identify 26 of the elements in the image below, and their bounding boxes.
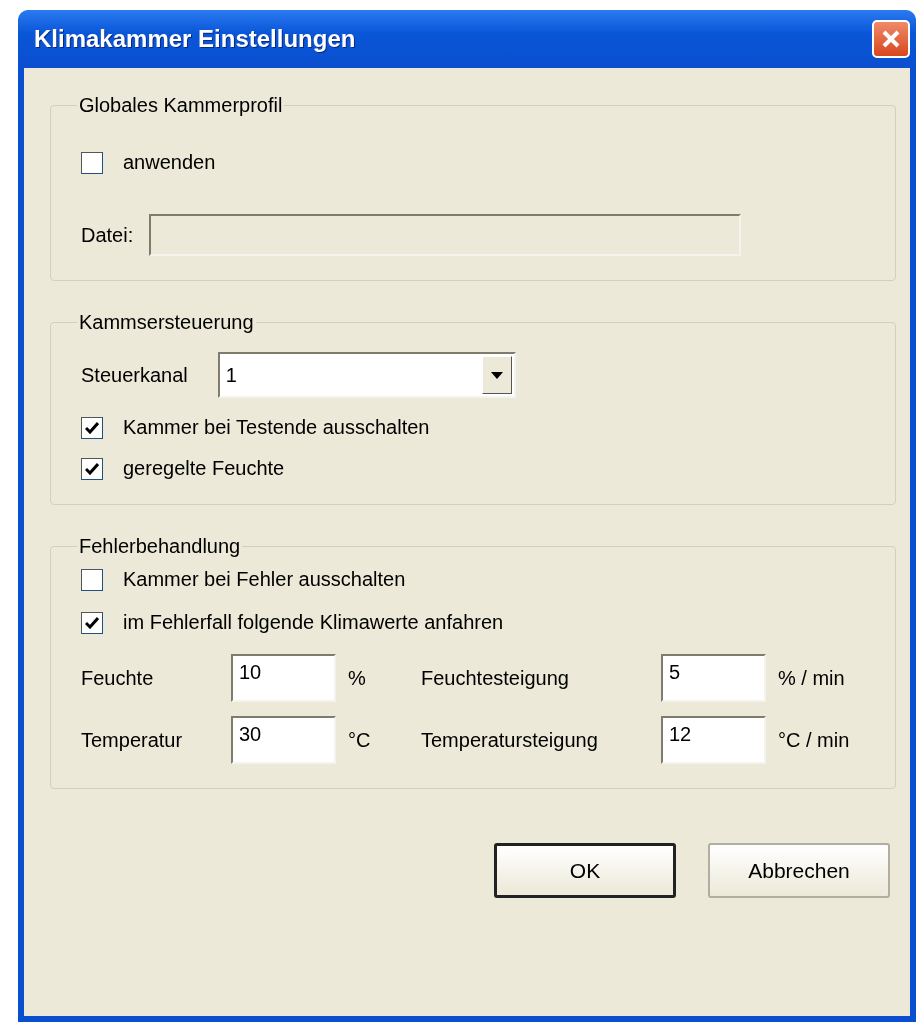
number-field[interactable]: 12 bbox=[661, 716, 766, 764]
checkbox-label: Kammer bei Testende ausschalten bbox=[123, 416, 430, 439]
group-title: Kammsersteuerung bbox=[78, 311, 255, 334]
unit-label: °C bbox=[347, 728, 372, 752]
dialog-button[interactable]: Abbrechen bbox=[708, 843, 890, 898]
group-title: Globales Kammerprofil bbox=[78, 94, 284, 117]
number-field[interactable]: 30 bbox=[231, 716, 336, 764]
checkbox-label: geregelte Feuchte bbox=[123, 457, 285, 480]
dialog-button[interactable]: OK bbox=[494, 843, 676, 898]
field-label: Feuchte bbox=[81, 666, 155, 690]
field-label: Feuchtesteigung bbox=[421, 666, 570, 690]
channel-dropdown[interactable]: 1 bbox=[217, 352, 516, 398]
unit-label: °C / min bbox=[777, 728, 851, 752]
group-title: Fehlerbehandlung bbox=[78, 535, 242, 558]
checkbox-label: anwenden bbox=[123, 151, 216, 174]
field-label: Temperatur bbox=[81, 728, 184, 752]
field-label: Temperatursteigung bbox=[421, 728, 599, 752]
checkbox-label: Kammer bei Fehler ausschalten bbox=[123, 568, 406, 591]
number-field[interactable]: 10 bbox=[231, 654, 336, 702]
unit-label: % / min bbox=[777, 666, 846, 690]
field-label: Steuerkanal bbox=[81, 363, 188, 387]
field-label: Datei: bbox=[81, 223, 134, 247]
window-title: Klimakammer Einstellungen bbox=[34, 25, 356, 53]
number-field[interactable]: 5 bbox=[661, 654, 766, 702]
unit-label: % bbox=[347, 666, 367, 690]
checkbox-label: im Fehlerfall folgende Klimawerte anfahren bbox=[123, 611, 504, 634]
